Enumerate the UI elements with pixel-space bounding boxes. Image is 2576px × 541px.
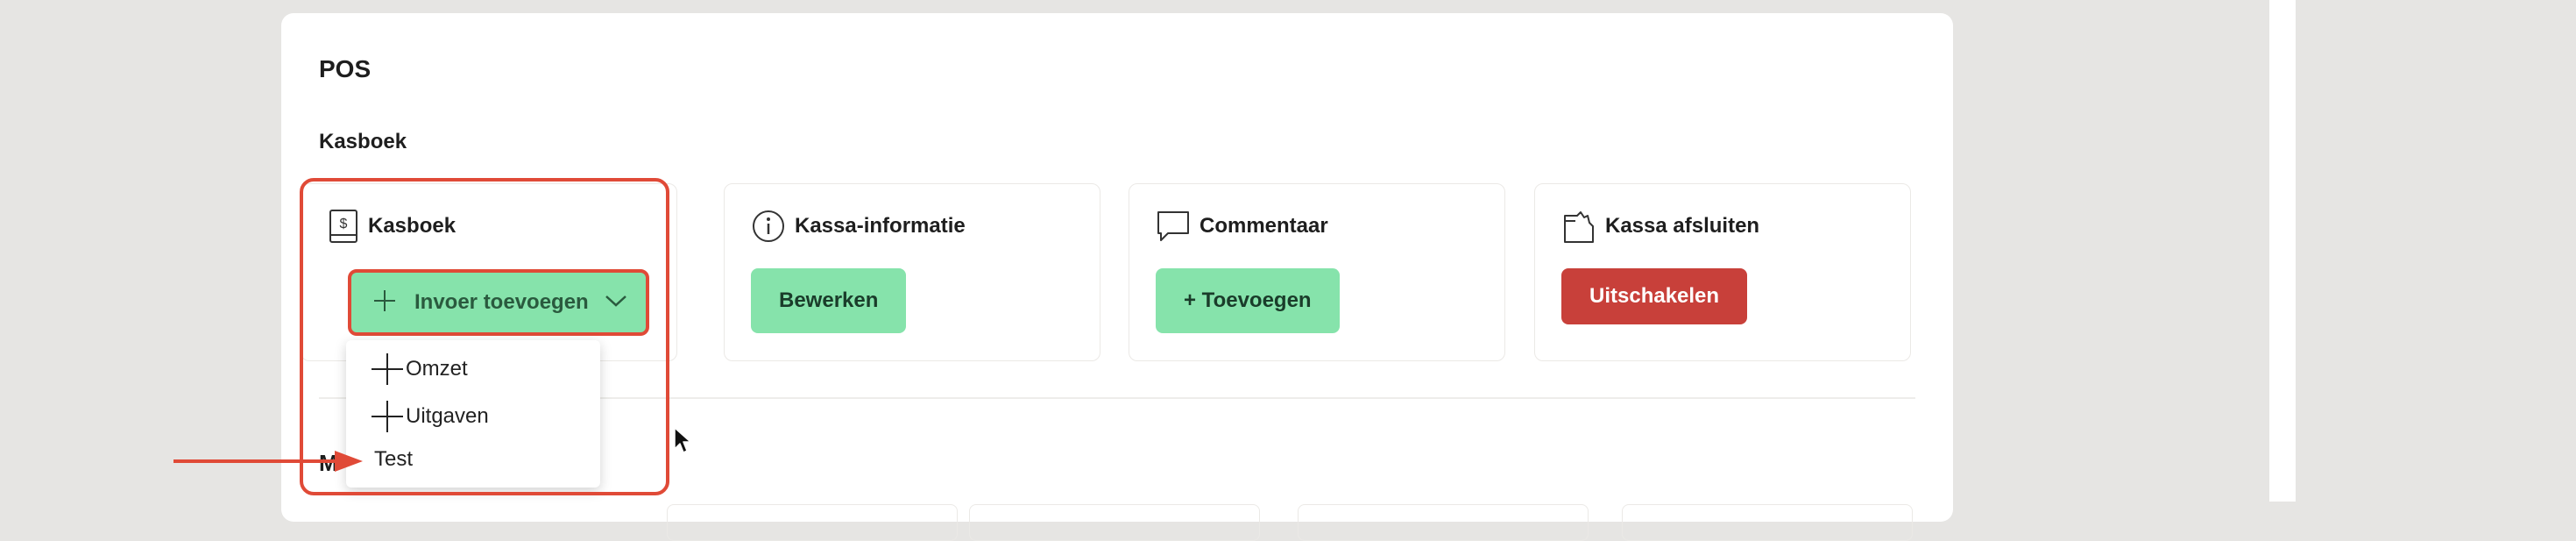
panel-title: POS [319,55,372,82]
add-comment-button[interactable]: + Toevoegen [1156,268,1340,333]
card-kassa-afsluiten: Kassa afsluiten Uitschakelen [1534,183,1911,361]
card-title: Kassa-informatie [795,214,966,238]
card-title: Kassa afsluiten [1605,214,1760,238]
card-commentaar: Commentaar + Toevoegen [1129,183,1505,361]
disable-button[interactable]: Uitschakelen [1561,268,1748,324]
annotation-arrow-icon [172,445,364,481]
comment-icon [1156,209,1191,244]
bottom-card [1298,504,1589,541]
edit-button[interactable]: Bewerken [751,268,907,333]
bottom-card [969,504,1260,541]
card-head: Kassa-informatie [751,207,966,246]
register-close-icon [1561,209,1596,244]
bottom-card [1622,504,1913,541]
bottom-card [667,504,958,541]
section-label: Kasboek [319,130,407,153]
card-head: Commentaar [1156,207,1328,246]
info-icon [751,209,786,244]
right-scroll-gutter [2269,0,2296,502]
right-backdrop [2296,0,2576,502]
card-head: Kassa afsluiten [1561,207,1759,246]
card-title: Commentaar [1200,214,1328,238]
card-kassa-informatie: Kassa-informatie Bewerken [724,183,1100,361]
mouse-cursor-icon [673,426,694,460]
